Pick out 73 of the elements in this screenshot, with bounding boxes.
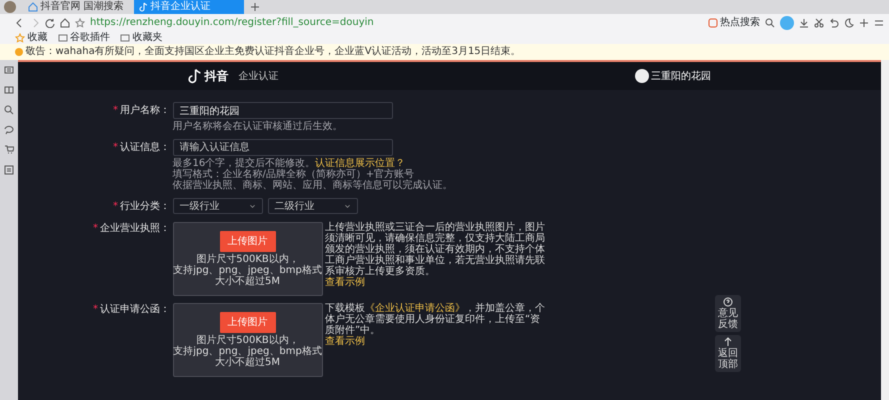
undo-icon[interactable] (829, 18, 839, 28)
float-button[interactable]: 返回顶部 (715, 334, 741, 372)
note-icon[interactable] (4, 165, 14, 175)
field-label: * 企业营业执照： (92, 222, 170, 236)
home-icon[interactable] (60, 18, 70, 28)
scrollbar[interactable] (881, 60, 889, 400)
field-label: * 认证信息： (112, 140, 170, 155)
user-avatar (634, 69, 648, 83)
question-icon (723, 297, 733, 307)
example-link[interactable]: 查看示例 (325, 336, 365, 347)
dropdown-field[interactable]: 一级行业 (172, 198, 262, 214)
help-text: 用户名称将会在认证审核通过后生效。 (172, 121, 344, 132)
nav-title: 企业认证 (238, 70, 278, 84)
text-input-field[interactable]: 请输入认证信息 (172, 139, 392, 156)
moon-icon[interactable] (844, 18, 854, 28)
bookmark-item[interactable]: 谷歌插件 (58, 31, 110, 44)
folder-icon (120, 32, 130, 42)
cart-icon[interactable] (4, 145, 14, 155)
upload-hint: 图片尺寸500KB以内， 支持jpg、png、jpeg、bmp格式 大小不超过5M (173, 254, 322, 288)
info-dot-icon (15, 48, 23, 56)
browser-tab[interactable]: 抖音官网 国潮搜索 (24, 0, 134, 14)
help-text: 依据营业执照、商标、网站、应用、商标等信息可以完成认证。 (172, 180, 452, 191)
avatar-icon[interactable] (4, 1, 16, 13)
upload-area[interactable]: 上传图片 图片尺寸500KB以内， 支持jpg、png、jpeg、bmp格式 大小不超过5M (172, 303, 322, 377)
help-link[interactable]: 《企业认证申请公函》 (365, 303, 465, 314)
user-name: 三重阳的花园 (651, 70, 711, 84)
search-engine-icon (708, 18, 718, 28)
menu-icon[interactable] (874, 18, 884, 28)
help-text: 最多16个字，提交后不能修改。认证信息展示位置？ (172, 158, 406, 169)
music-note-icon (186, 68, 202, 84)
tab-title: 抖音官网 国潮搜索 (40, 0, 124, 14)
dropdown-field[interactable]: 二级行业 (268, 198, 358, 214)
music-note-icon (138, 2, 148, 12)
upload-hint: 图片尺寸500KB以内， 支持jpg、png、jpeg、bmp格式 大小不超过5M (173, 335, 322, 368)
folder-icon (58, 32, 68, 42)
tab-title: 抖音企业认证 (150, 0, 210, 14)
example-link[interactable]: 查看示例 (325, 277, 365, 288)
download-icon[interactable] (799, 18, 809, 28)
reload-icon[interactable] (45, 18, 55, 28)
home-icon (28, 2, 38, 12)
description-text: 上传营业执照或三证合一后的营业执照图片，图片须清晰可见，请确保信息完整，仅支持大陆工商局颁发的营业执照，须在认证有效期内，不支持个体工商户营业执照和事业单位，若无营业执照请先联系审核方上传更多资质。 (325, 222, 545, 277)
float-button-label: 意见反馈 (718, 308, 738, 330)
bookmark-item[interactable]: 收藏 (15, 31, 48, 44)
list-icon[interactable] (4, 65, 14, 75)
plus-icon[interactable] (859, 18, 869, 28)
search-icon[interactable] (765, 18, 775, 28)
float-button[interactable]: 意见反馈 (715, 295, 741, 332)
bookmark-item[interactable]: 收藏夹 (120, 31, 162, 44)
description-text: 下载模板《企业认证申请公函》，并加盖公章，个体户无公章需要使用人身份证复印件，上传至“资质附件”中。 (325, 303, 545, 336)
help-link[interactable]: 认证信息展示位置？ (315, 158, 406, 169)
star-icon[interactable] (75, 18, 85, 28)
star-icon (15, 32, 25, 42)
notice-text: 敬告：wahaha有所疑问，全面支持国区企业主免费认证抖音企业号，企业蓝V认证活动，活动至3月15日结束。 (26, 44, 521, 59)
field-label: * 行业分类： (112, 200, 170, 214)
search-engine-button[interactable]: 热点搜索 (708, 15, 760, 30)
help-text: 填写格式：企业名称/品牌全称（简称亦可）+官方账号 (172, 169, 414, 180)
url-text[interactable]: https://renzheng.douyin.com/register?fill_source=douyin (90, 14, 702, 31)
float-button-label: 返回顶部 (718, 348, 738, 370)
upload-area[interactable]: 上传图片 图片尺寸500KB以内， 支持jpg、png、jpeg、bmp格式 大小不超过5M (172, 222, 322, 296)
chat-icon[interactable] (4, 125, 14, 135)
arrow-up-icon (723, 336, 733, 346)
field-label: * 认证申请公函： (92, 303, 170, 317)
new-tab-icon[interactable] (250, 2, 260, 12)
book-icon[interactable] (4, 85, 14, 95)
search-icon[interactable] (4, 105, 14, 115)
user-menu[interactable]: 三重阳的花园 (634, 68, 711, 84)
brand-logo[interactable]: 抖音 (186, 67, 228, 85)
field-label: * 用户名称： (112, 104, 170, 118)
scissors-icon[interactable] (814, 18, 824, 28)
upload-button[interactable]: 上传图片 (220, 230, 276, 252)
upload-button[interactable]: 上传图片 (220, 312, 276, 333)
text-input-field[interactable]: 三重阳的花园 (172, 102, 392, 119)
brand-name: 抖音 (204, 68, 228, 85)
